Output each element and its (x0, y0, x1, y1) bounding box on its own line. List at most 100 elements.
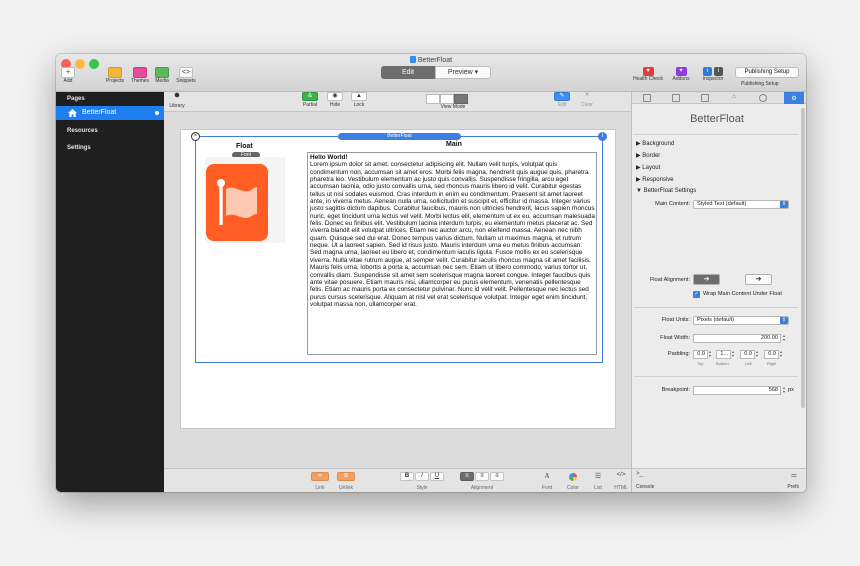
snippets-button[interactable]: <> Snippets (172, 67, 200, 84)
divider (634, 376, 798, 377)
lock-button[interactable]: ▲ Lock (350, 92, 368, 108)
home-icon (68, 109, 77, 117)
wrap-main-content-checkbox[interactable]: ✓ (693, 291, 700, 298)
edit-stack-button[interactable]: ✎ Edit (553, 92, 571, 108)
health-check-button[interactable]: ♥ Health Check (630, 67, 666, 82)
align-right-button[interactable]: ≡ (490, 472, 504, 481)
main-content-select[interactable]: Styled Text (default) ⇕ (693, 200, 789, 209)
html-button[interactable]: </> (613, 472, 629, 478)
padding-right-field[interactable]: 0.0 (764, 350, 779, 359)
float-units-label: Float Units: (661, 317, 690, 323)
align-left-button[interactable]: ≡ (460, 472, 474, 481)
wrap-main-content-label: Wrap Main Content Under Float (703, 291, 782, 297)
unlink-icon: ⊘ (343, 473, 349, 479)
tab-page-inspector[interactable] (643, 94, 651, 102)
console-icon[interactable]: >_ (636, 471, 643, 477)
link-button[interactable]: ∞ (311, 472, 329, 481)
section-layout[interactable]: ▶ Layout (636, 164, 660, 171)
clear-button[interactable]: ✕ Clear (578, 92, 596, 108)
list-button[interactable]: ☰ (591, 472, 605, 480)
window-title: BetterFloat (56, 56, 806, 64)
publishing-setup-button[interactable]: Publishing Setup (735, 67, 799, 78)
hide-button[interactable]: ◉ Hide (326, 92, 344, 108)
section-border[interactable]: ▶ Border (636, 152, 660, 159)
stack-info-icon[interactable]: i (598, 132, 607, 141)
padding-right-stepper[interactable]: ▴ ▾ (780, 350, 784, 358)
inspector-scrollbar[interactable] (801, 108, 805, 408)
stack-tab[interactable]: BetterFloat (338, 133, 461, 140)
flag-app-icon (206, 164, 268, 241)
plus-icon: + (61, 67, 75, 78)
breakpoint-stepper[interactable]: ▴ ▾ (783, 386, 787, 394)
themes-icon (133, 67, 147, 78)
library-button[interactable]: ⬢ Library (166, 93, 188, 109)
font-button[interactable]: A (540, 472, 554, 480)
body-heading: Hello World! (310, 154, 348, 161)
page-indicator-dot (155, 111, 159, 115)
tab-stack-inspector[interactable] (701, 94, 709, 102)
section-background[interactable]: ▶ Background (636, 140, 674, 147)
section-responsive[interactable]: ▶ Responsive (636, 176, 674, 183)
tab-settings-inspector[interactable] (759, 94, 767, 102)
remove-stack-icon[interactable]: × (191, 132, 200, 141)
alignment-label: Alignment (470, 485, 494, 491)
betterfloat-stack[interactable]: BetterFloat × i Float Font Main Hello Wo… (191, 132, 607, 363)
section-betterfloat-settings[interactable]: ▼ BetterFloat Settings (636, 188, 696, 194)
inspector-title: BetterFloat (690, 113, 744, 125)
inspector-button[interactable]: i i Inspector (696, 67, 730, 82)
padding-left-stepper[interactable]: ▴ ▾ (756, 350, 760, 358)
projects-button[interactable]: Projects (101, 67, 129, 84)
main-heading: Main (446, 141, 462, 148)
edit-mode-button[interactable]: Edit (381, 66, 435, 79)
float-width-field[interactable]: 200.00 (693, 334, 781, 343)
unlink-button[interactable]: ⊘ (337, 472, 355, 481)
link-label: Link (315, 485, 325, 491)
float-units-select[interactable]: Pixels (default) ⇕ (693, 316, 789, 325)
underline-button[interactable]: U (430, 472, 444, 481)
tab-plugin-inspector[interactable]: ⚙ (784, 92, 804, 104)
gear-icon: ⚙ (791, 96, 797, 102)
breakpoint-field[interactable]: 568 (693, 386, 781, 395)
padding-label: Padding: (667, 351, 690, 357)
float-width-stepper[interactable]: ▴ ▾ (783, 334, 787, 342)
padding-top-caption: Top (697, 361, 704, 366)
tab-layout-inspector[interactable] (672, 94, 680, 102)
partial-button[interactable]: & Partial (299, 92, 321, 108)
media-button[interactable]: Media (152, 67, 172, 84)
italic-button[interactable]: I (415, 472, 429, 481)
padding-top-field[interactable]: 0.0 (693, 350, 708, 359)
sidebar-item-betterfloat[interactable]: BetterFloat (56, 106, 164, 120)
addons-button[interactable]: ✦ Addons (670, 67, 692, 82)
padding-bottom-caption: Bottom (716, 361, 729, 366)
sidebar-item-settings[interactable]: Settings (67, 145, 91, 151)
float-align-left-button[interactable]: ➔ (693, 274, 720, 285)
float-align-right-button[interactable]: ➔ (745, 274, 772, 285)
view-mode-selector[interactable] (426, 94, 468, 104)
bold-button[interactable]: B (400, 472, 414, 481)
sliders-icon[interactable]: ⚌ (791, 471, 797, 479)
padding-bottom-stepper[interactable]: ▴ ▾ (732, 350, 736, 358)
add-button[interactable]: + Add (61, 67, 75, 84)
tag-icon: ⌂ (732, 94, 736, 100)
padding-left-caption: Left (745, 361, 752, 366)
info-icon: i (703, 67, 712, 76)
sidebar: Pages BetterFloat Resources Settings (56, 92, 164, 492)
breakpoint-label: Breakpoint: (661, 387, 690, 393)
view-mode-option-1[interactable] (426, 94, 440, 104)
preview-mode-button[interactable]: Preview ▾ (435, 66, 491, 79)
main-styled-text[interactable]: Hello World! Lorem ipsum dolor sit amet,… (307, 152, 597, 355)
inspector-tabs: ⌂ ⚙ (632, 92, 806, 104)
padding-left-field[interactable]: 0.0 (740, 350, 755, 359)
padding-bottom-field[interactable]: 1... (716, 350, 731, 359)
view-mode-option-2[interactable] (440, 94, 454, 104)
align-center-button[interactable]: ≡ (475, 472, 489, 481)
float-image-tile[interactable] (205, 157, 285, 243)
sidebar-item-resources[interactable]: Resources (67, 128, 98, 134)
themes-button[interactable]: Themes (128, 67, 152, 84)
view-mode-option-3[interactable] (454, 94, 468, 104)
app-window: BetterFloat + Add Projects Themes Media … (56, 54, 806, 492)
color-button[interactable] (566, 472, 580, 483)
tab-tag-inspector[interactable]: ⌂ (730, 94, 738, 102)
arrow-left-icon: ➔ (703, 276, 710, 283)
padding-top-stepper[interactable]: ▴ ▾ (709, 350, 713, 358)
